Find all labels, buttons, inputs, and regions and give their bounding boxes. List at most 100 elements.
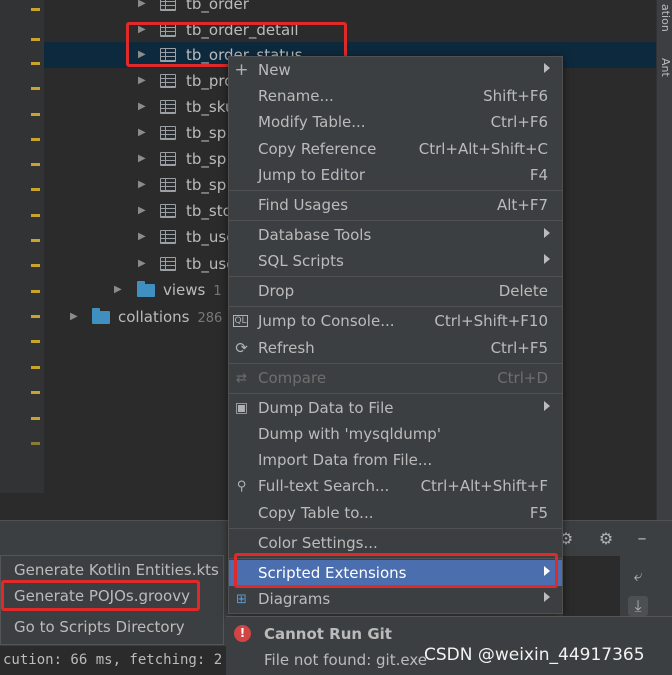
table-icon (160, 204, 176, 218)
item-count: 1 (213, 284, 222, 299)
menu-item-database-tools[interactable]: Database Tools (229, 222, 562, 248)
notification-title: Cannot Run Git (264, 625, 392, 643)
table-icon (160, 257, 176, 271)
table-icon (160, 74, 176, 88)
menu-item-import-data[interactable]: Import Data from File... (229, 447, 562, 473)
menu-item-go-to-scripts-directory[interactable]: Go to Scripts Directory (1, 614, 223, 640)
expand-arrow-icon[interactable]: ▶ (138, 75, 148, 87)
menu-item-shortcut: Shift+F6 (483, 87, 548, 105)
folder-name: views (163, 281, 206, 299)
gear-icon[interactable]: ⚙ (596, 529, 616, 549)
menu-item-full-text-search[interactable]: ⚲ Full-text Search... Ctrl+Alt+Shift+F (229, 473, 562, 499)
plus-icon: + (234, 60, 249, 80)
menu-item-label: Copy Reference (258, 140, 377, 158)
minimize-icon[interactable]: – (632, 529, 652, 549)
menu-item-label: New (258, 61, 291, 79)
table-icon (160, 0, 176, 11)
menu-separator (229, 306, 562, 307)
folder-name: collations (118, 308, 190, 326)
scroll-to-end-icon[interactable]: ⤓ (628, 596, 648, 616)
menu-item-sql-scripts[interactable]: SQL Scripts (229, 248, 562, 274)
menu-item-label: Drop (258, 282, 295, 300)
expand-arrow-icon[interactable]: ▶ (70, 311, 80, 323)
folder-icon (92, 307, 110, 324)
menu-item-label: Refresh (258, 339, 315, 357)
gutter-marker (31, 264, 40, 267)
menu-item-modify-table[interactable]: Modify Table... Ctrl+F6 (229, 109, 562, 135)
menu-item-shortcut: Ctrl+F6 (490, 113, 548, 131)
menu-item-label: Jump to Editor (258, 166, 366, 184)
submenu-arrow-icon (544, 592, 550, 602)
gutter-marker (31, 239, 40, 242)
menu-item-new[interactable]: + New (229, 57, 562, 83)
gutter-marker (31, 138, 40, 141)
gutter-marker (31, 391, 40, 394)
gutter-marker (31, 163, 40, 166)
menu-item-label: Generate Kotlin Entities.kts (14, 561, 219, 579)
table-name: tb_sp (186, 150, 227, 168)
bottom-toolbar: ⚙ ⚙ – (556, 527, 672, 555)
submenu-arrow-icon (544, 228, 550, 238)
gutter-marker (31, 8, 40, 11)
expand-arrow-icon[interactable]: ▶ (138, 0, 148, 10)
gutter-marker (31, 214, 40, 217)
watermark-text: CSDN @weixin_44917365 (424, 645, 645, 665)
menu-item-refresh[interactable]: ⟳ Refresh Ctrl+F5 (229, 335, 562, 361)
diagram-icon: ⊞ (236, 592, 247, 607)
soft-wrap-icon[interactable]: ⤶ (628, 566, 648, 586)
menu-item-shortcut: Ctrl+Alt+Shift+C (418, 140, 548, 158)
menu-item-label: Diagrams (258, 590, 331, 608)
expand-arrow-icon[interactable]: ▶ (138, 153, 148, 165)
menu-item-jump-to-editor[interactable]: Jump to Editor F4 (229, 162, 562, 188)
refresh-icon: ⟳ (235, 339, 248, 357)
expand-arrow-icon[interactable]: ▶ (114, 284, 124, 296)
expand-arrow-icon[interactable]: ▶ (138, 231, 148, 243)
menu-item-copy-table-to[interactable]: Copy Table to... F5 (229, 500, 562, 526)
submenu-arrow-icon (544, 63, 550, 73)
gutter-marker (31, 417, 40, 420)
menu-item-diagrams[interactable]: ⊞ Diagrams (229, 586, 562, 612)
menu-item-shortcut: Ctrl+Shift+F10 (434, 312, 548, 330)
expand-arrow-icon[interactable]: ▶ (138, 101, 148, 113)
tree-row-table[interactable]: ▶ tb_order (44, 0, 656, 17)
menu-item-dump-with-mysqldump[interactable]: Dump with 'mysqldump' (229, 421, 562, 447)
expand-arrow-icon[interactable]: ▶ (138, 179, 148, 191)
table-name: tb_sp (186, 176, 227, 194)
gutter-marker (31, 87, 40, 90)
menu-item-drop[interactable]: Drop Delete (229, 278, 562, 304)
menu-item-label: Find Usages (258, 196, 349, 214)
menu-item-rename[interactable]: Rename... Shift+F6 (229, 83, 562, 109)
menu-separator (229, 393, 562, 394)
table-name: tb_sp (186, 124, 227, 142)
menu-item-copy-reference[interactable]: Copy Reference Ctrl+Alt+Shift+C (229, 136, 562, 162)
menu-item-shortcut: Ctrl+F5 (490, 339, 548, 357)
expand-arrow-icon[interactable]: ▶ (138, 205, 148, 217)
menu-item-label: Dump Data to File (258, 399, 394, 417)
menu-separator (229, 190, 562, 191)
menu-item-shortcut: Alt+F7 (496, 196, 548, 214)
menu-item-shortcut: Delete (498, 282, 548, 300)
ant-tool-tab[interactable]: Ant (659, 58, 672, 77)
menu-item-jump-to-console[interactable]: QL Jump to Console... Ctrl+Shift+F10 (229, 308, 562, 334)
menu-item-dump-data-to-file[interactable]: ▣ Dump Data to File (229, 395, 562, 421)
expand-arrow-icon[interactable]: ▶ (138, 127, 148, 139)
table-icon (160, 230, 176, 244)
console-output-area (563, 556, 620, 618)
gutter-marker (31, 315, 40, 318)
gutter-marker (31, 38, 40, 41)
table-icon (160, 126, 176, 140)
menu-item-label: Import Data from File... (258, 451, 433, 469)
menu-item-label: Rename... (258, 87, 334, 105)
menu-item-shortcut: F5 (529, 504, 548, 522)
tool-window-tab[interactable]: ation (659, 4, 672, 32)
highlight-box-generate-pojos (1, 580, 200, 611)
menu-item-label: Dump with 'mysqldump' (258, 425, 441, 443)
menu-item-find-usages[interactable]: Find Usages Alt+F7 (229, 192, 562, 218)
menu-separator (229, 528, 562, 529)
compare-icon: ⇄ (236, 371, 247, 386)
console-icon: QL (233, 315, 248, 327)
menu-item-compare[interactable]: ⇄ Compare Ctrl+D (229, 365, 562, 391)
submenu-arrow-icon (544, 401, 550, 411)
gutter-marker (31, 113, 40, 116)
expand-arrow-icon[interactable]: ▶ (138, 258, 148, 270)
